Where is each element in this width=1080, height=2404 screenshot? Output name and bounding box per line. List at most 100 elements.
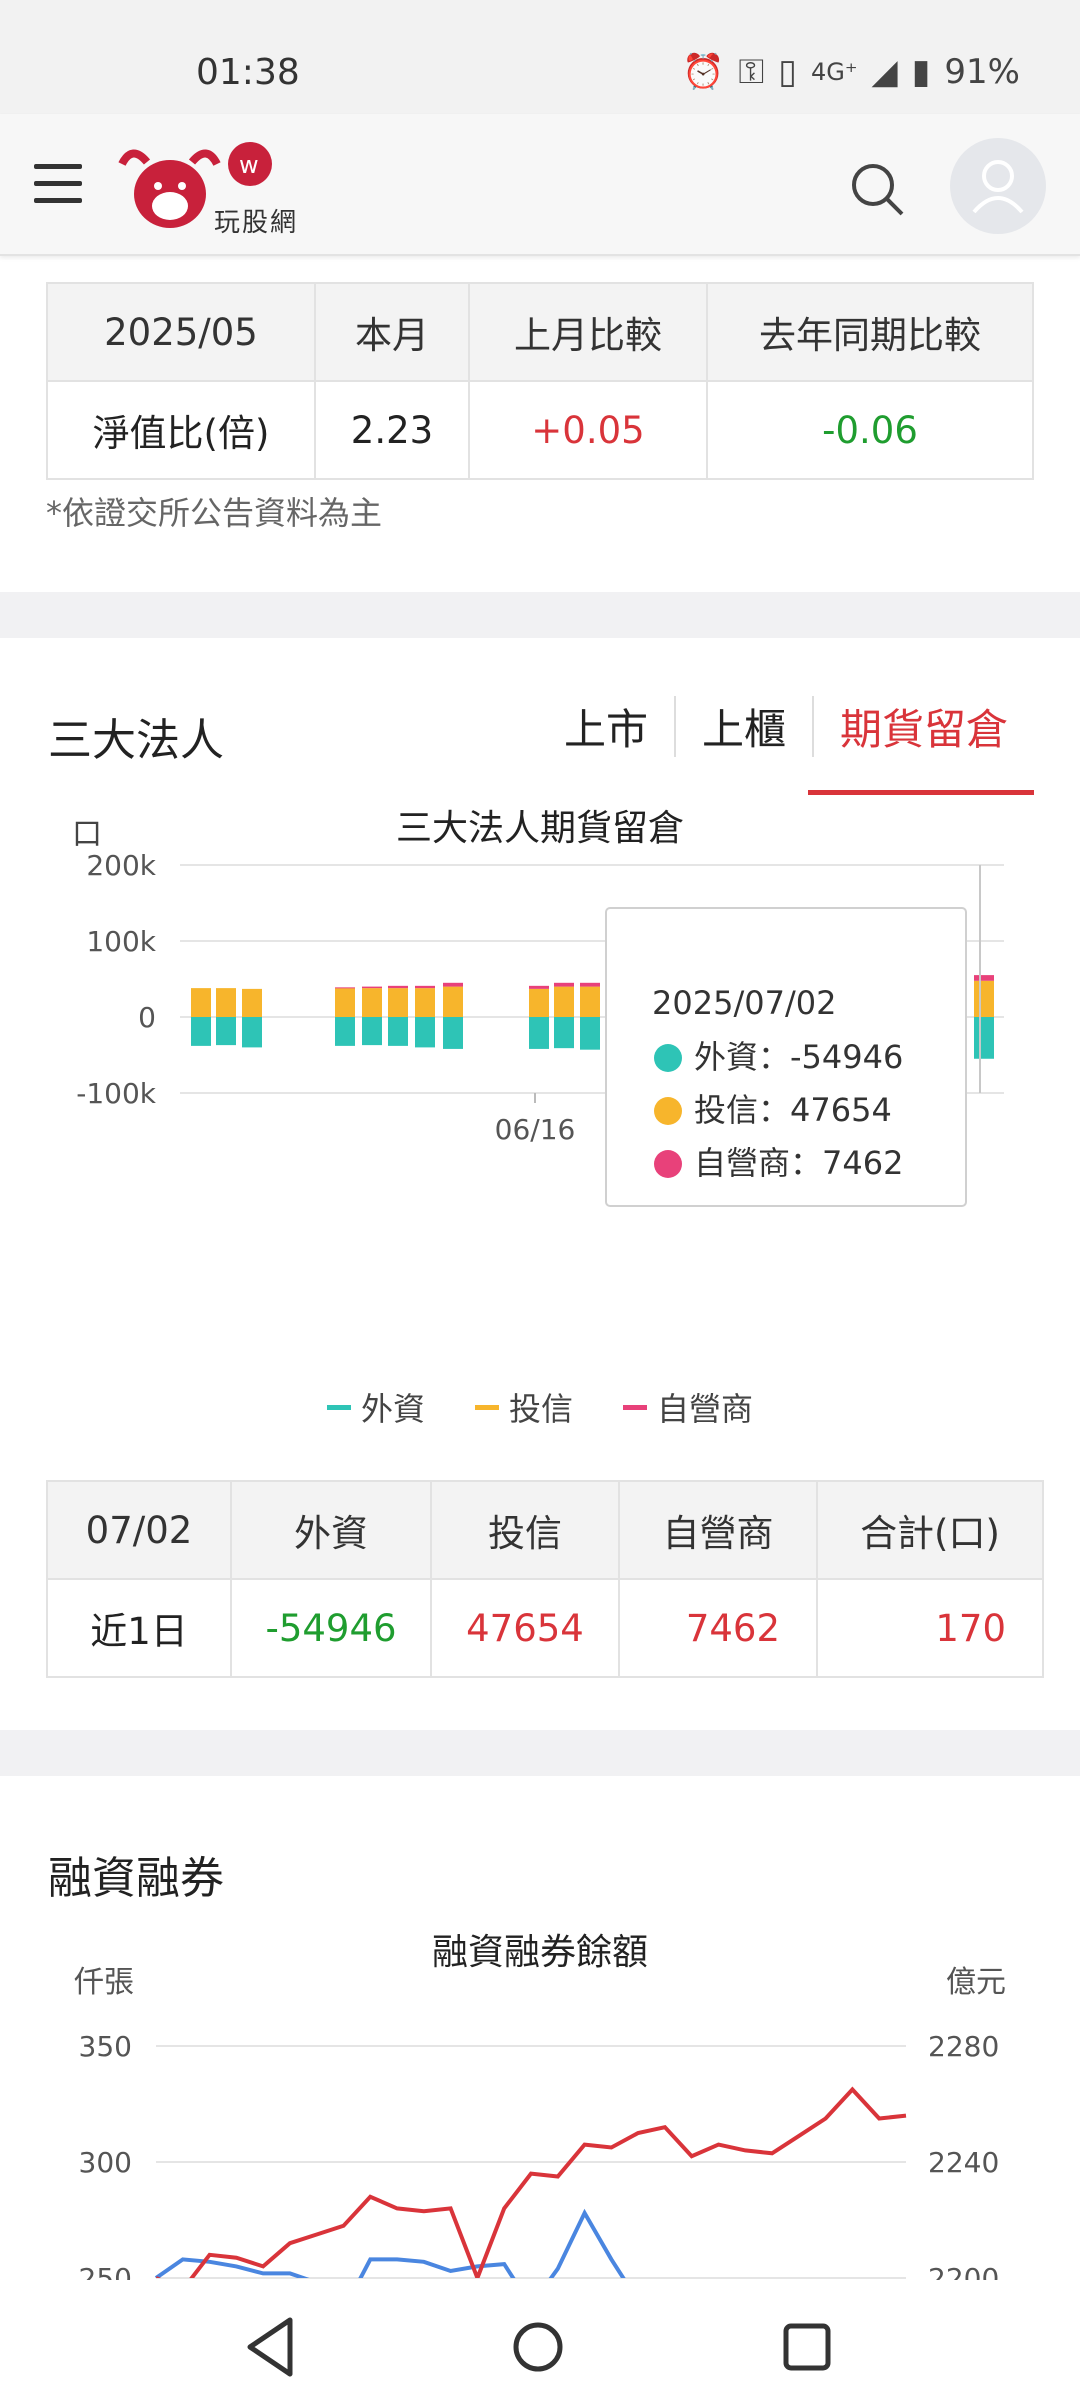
tab-listed[interactable]: 上市 bbox=[538, 696, 674, 757]
futures-chart[interactable]: 三大法人期貨留倉 口200k 100k 0 -100k 06/16 2025/07/02 外資… bbox=[0, 808, 1080, 1248]
home-icon[interactable] bbox=[513, 2322, 563, 2372]
bar-segment bbox=[415, 988, 435, 1017]
legend-label: 投信 bbox=[508, 1390, 573, 1428]
bar-segment bbox=[191, 988, 211, 1017]
right-unit-label: 億元 bbox=[946, 1965, 1006, 2000]
table-cell: 170 bbox=[816, 1578, 1044, 1678]
table-header-cell: 本月 bbox=[314, 282, 470, 382]
user-avatar[interactable] bbox=[950, 138, 1046, 234]
system-nav-bar bbox=[0, 2280, 1080, 2400]
tab-futures[interactable]: 期貨留倉 bbox=[811, 696, 1034, 757]
institutional-table: 07/02 外資 投信 自營商 合計(口) 近1日 -54946 47654 7… bbox=[46, 1480, 1044, 1678]
chart-unit-label: 口 bbox=[72, 817, 102, 852]
brand-name: 玩股網 bbox=[214, 208, 299, 238]
key-icon: ⚿ bbox=[738, 52, 765, 92]
tooltip-dot bbox=[654, 1097, 682, 1125]
tooltip-line: 自營商：7462 bbox=[694, 1144, 903, 1182]
bar-segment bbox=[362, 1017, 382, 1046]
left-tick-label: 350 bbox=[79, 2030, 132, 2063]
bar-segment bbox=[216, 988, 236, 1017]
bar-segment bbox=[362, 986, 382, 989]
chart-title: 融資融券餘額 bbox=[432, 1932, 648, 1973]
bar-segment bbox=[388, 985, 408, 989]
bar-segment bbox=[415, 985, 435, 989]
bar-segment bbox=[529, 1017, 549, 1049]
left-tick-label: 300 bbox=[79, 2146, 132, 2179]
table-header-cell: 外資 bbox=[230, 1480, 432, 1580]
bar-segment bbox=[554, 986, 574, 1017]
battery-level: 91% bbox=[944, 52, 1020, 92]
section-divider bbox=[0, 592, 1080, 638]
legend-item[interactable]: 自營商 bbox=[623, 1384, 753, 1430]
y-tick-label: 200k bbox=[86, 849, 156, 882]
status-time: 01:38 bbox=[196, 52, 300, 93]
legend-swatch bbox=[474, 1404, 499, 1410]
back-icon[interactable] bbox=[247, 2317, 293, 2377]
tooltip-dot bbox=[654, 1044, 682, 1072]
bar-segment bbox=[529, 988, 549, 1017]
tooltip-date: 2025/07/02 bbox=[652, 984, 836, 1022]
menu-icon[interactable] bbox=[34, 164, 82, 204]
nav-ratio-table: 2025/05 本月 上月比較 去年同期比較 淨值比(倍) 2.23 +0.05… bbox=[46, 282, 1034, 480]
margin-chart[interactable]: 融資融券餘額仟張 億元 350 2280 300 2240 250 2200 bbox=[0, 1900, 1080, 2280]
series-line-short bbox=[154, 2208, 626, 2278]
app-header: w 玩股網 bbox=[0, 114, 1080, 256]
bar-segment bbox=[580, 1017, 600, 1050]
chart-title: 三大法人期貨留倉 bbox=[396, 808, 684, 849]
search-icon[interactable] bbox=[848, 160, 908, 220]
table-header-cell: 07/02 bbox=[46, 1480, 232, 1580]
bar-segment bbox=[388, 988, 408, 1017]
bar-segment bbox=[554, 1017, 574, 1049]
legend-label: 自營商 bbox=[657, 1390, 754, 1428]
table-cell: 7462 bbox=[618, 1578, 818, 1678]
margin-title: 融資融券 bbox=[48, 1853, 224, 1904]
table-cell: +0.05 bbox=[468, 380, 708, 480]
institutional-tabs: 上市 上櫃 期貨留倉 bbox=[538, 696, 1034, 757]
table-header-cell: 2025/05 bbox=[46, 282, 316, 382]
bar-segment bbox=[974, 980, 994, 1017]
right-tick-label: 2240 bbox=[928, 2146, 999, 2179]
user-icon bbox=[972, 160, 1024, 214]
table-header-cell: 上月比較 bbox=[468, 282, 708, 382]
legend-item[interactable]: 外資 bbox=[326, 1384, 425, 1430]
table-cell: 2.23 bbox=[314, 380, 470, 480]
institutional-title: 三大法人 bbox=[48, 715, 224, 766]
chart-tooltip: 2025/07/02 外資：-54946 投信：47654 自營商：7462 bbox=[605, 907, 967, 1207]
table-cell: 淨值比(倍) bbox=[46, 380, 316, 480]
table-header-cell: 投信 bbox=[430, 1480, 620, 1580]
tooltip-line: 投信：47654 bbox=[694, 1091, 892, 1129]
legend-label: 外資 bbox=[360, 1390, 425, 1428]
legend-swatch bbox=[326, 1404, 351, 1410]
bar-segment bbox=[554, 982, 574, 987]
bar-segment bbox=[974, 975, 994, 981]
left-unit-label: 仟張 bbox=[74, 1965, 134, 2000]
table-cell: 近1日 bbox=[46, 1578, 232, 1678]
x-tick-label: 06/16 bbox=[495, 1113, 576, 1146]
bar-segment bbox=[242, 988, 262, 1017]
table-cell: -54946 bbox=[230, 1578, 432, 1678]
table-row: 淨值比(倍) 2.23 +0.05 -0.06 bbox=[46, 380, 1034, 480]
bar-segment bbox=[443, 986, 463, 1017]
signal-icon: ◢ bbox=[871, 52, 898, 92]
status-bar: 01:38 ⏰ ⚿ ▯ 4G⁺ ◢ ▮ 91% bbox=[0, 0, 1080, 114]
battery-icon: ▮ bbox=[911, 52, 931, 92]
bar-segment bbox=[335, 1017, 355, 1046]
bar-segment bbox=[216, 1017, 236, 1046]
bar-segment bbox=[242, 1017, 262, 1048]
y-tick-label: 100k bbox=[86, 925, 156, 958]
bar-segment bbox=[335, 988, 355, 1017]
bar-segment bbox=[580, 986, 600, 1017]
bar-segment bbox=[580, 982, 600, 987]
bar-segment bbox=[415, 1017, 435, 1048]
tooltip-dot bbox=[654, 1150, 682, 1178]
alarm-icon: ⏰ bbox=[682, 52, 725, 92]
table-header-cell: 合計(口) bbox=[816, 1480, 1044, 1580]
tab-otc[interactable]: 上櫃 bbox=[673, 696, 812, 757]
bar-segment bbox=[529, 985, 549, 989]
section-divider bbox=[0, 1730, 1080, 1776]
status-icons: ⏰ ⚿ ▯ 4G⁺ ◢ ▮ 91% bbox=[682, 52, 1020, 92]
recents-icon[interactable] bbox=[783, 2323, 831, 2371]
legend-swatch bbox=[623, 1404, 647, 1410]
table-header-row: 07/02 外資 投信 自營商 合計(口) bbox=[46, 1480, 1044, 1580]
legend-item[interactable]: 投信 bbox=[474, 1384, 573, 1430]
